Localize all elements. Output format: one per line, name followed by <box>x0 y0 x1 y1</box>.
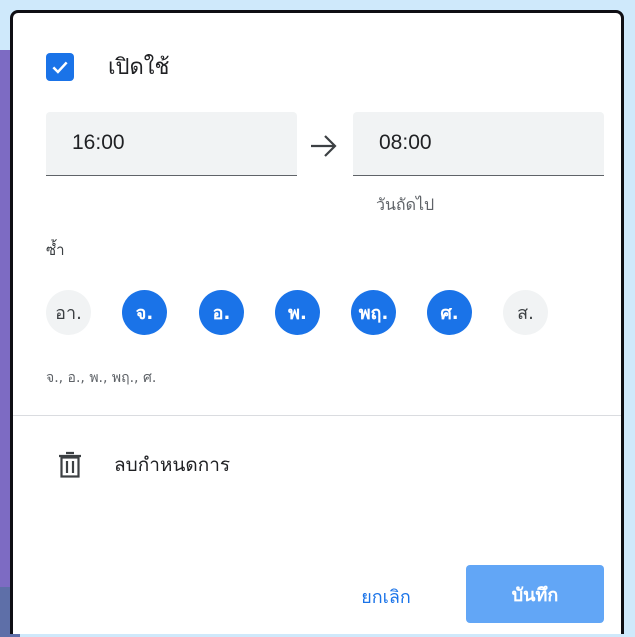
schedule-dialog: เปิดใช้ 16:00 08:00 วันถัดไป ซ้ำ อา. จ. … <box>10 10 624 634</box>
enable-checkbox[interactable] <box>46 52 74 81</box>
cancel-button[interactable]: ยกเลิก <box>331 574 441 618</box>
next-day-label: วันถัดไป <box>376 195 435 214</box>
repeat-days-summary: จ., อ., พ., พฤ., ศ. <box>46 370 157 386</box>
day-toggle-thu[interactable]: พฤ. <box>351 290 396 335</box>
day-toggle-sat[interactable]: ส. <box>503 290 548 335</box>
day-toggle-tue[interactable]: อ. <box>199 290 244 335</box>
trash-icon <box>59 451 81 478</box>
end-time-field[interactable]: 08:00 <box>353 112 604 176</box>
enable-label: เปิดใช้ <box>108 55 170 80</box>
delete-schedule-label: ลบกำหนดการ <box>114 454 231 476</box>
arrow-right-icon <box>311 135 337 157</box>
enable-row[interactable]: เปิดใช้ <box>46 49 169 84</box>
divider <box>13 415 621 416</box>
start-time-field[interactable]: 16:00 <box>46 112 297 176</box>
day-toggle-sun[interactable]: อา. <box>46 290 91 335</box>
repeat-label: ซ้ำ <box>46 241 65 259</box>
delete-schedule-button[interactable]: ลบกำหนดการ <box>57 450 230 480</box>
save-button[interactable]: บันทึก <box>466 565 604 623</box>
end-time-value: 08:00 <box>379 131 432 154</box>
check-icon <box>52 61 68 74</box>
start-time-value: 16:00 <box>72 131 125 154</box>
day-toggle-fri[interactable]: ศ. <box>427 290 472 335</box>
day-toggle-mon[interactable]: จ. <box>122 290 167 335</box>
day-toggle-wed[interactable]: พ. <box>275 290 320 335</box>
